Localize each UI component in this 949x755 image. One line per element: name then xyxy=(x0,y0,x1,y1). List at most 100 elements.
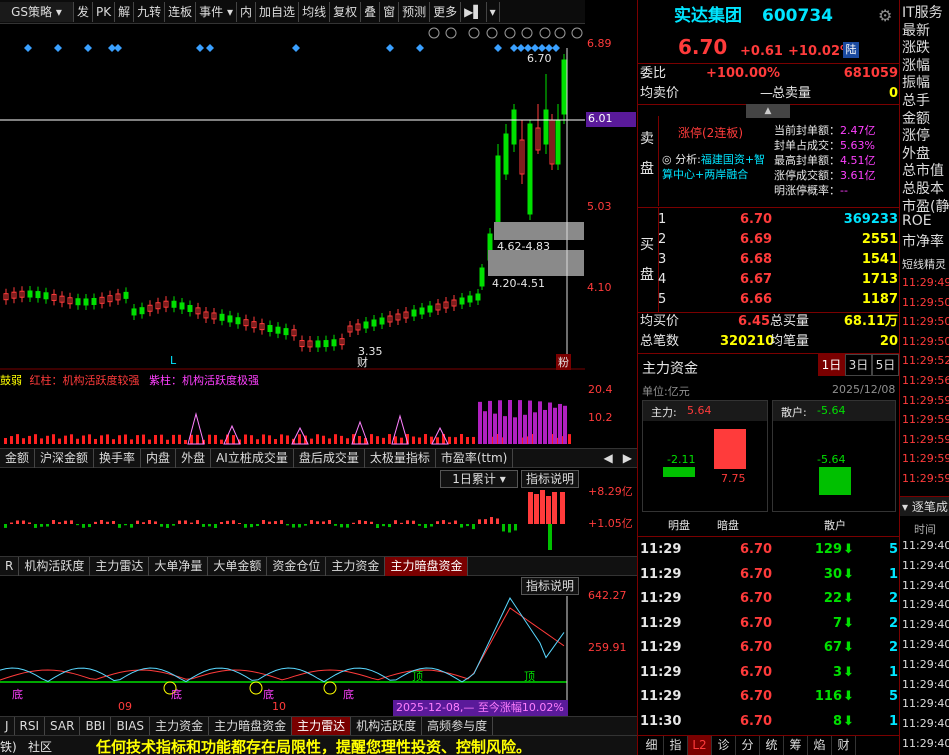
tab-bbi[interactable]: BBI xyxy=(80,716,112,736)
bid-level-row[interactable]: 3 6.68 1541 xyxy=(638,250,900,270)
activity-bar xyxy=(112,439,115,444)
bottom-item-community[interactable]: 社区 xyxy=(28,738,52,755)
tab-amount[interactable]: 金额 xyxy=(0,448,36,468)
quote-tab[interactable]: 筹 xyxy=(784,736,808,755)
fund-bar xyxy=(4,524,7,528)
activity-bar xyxy=(118,435,121,444)
toolbar-item-forecast[interactable]: 预测 xyxy=(399,1,431,22)
quote-tab[interactable]: 分 xyxy=(736,736,760,755)
quote-tab[interactable]: 财 xyxy=(832,736,856,755)
tab-bias[interactable]: BIAS xyxy=(111,716,151,736)
toolbar-item-adjust[interactable]: 复权 xyxy=(330,1,362,22)
tab-main-dark-fund[interactable]: 主力暗盘资金 xyxy=(385,556,469,576)
tab-inst-activity-2[interactable]: 机构活跃度 xyxy=(351,716,423,736)
elf-time[interactable]: 11:29:59 xyxy=(902,413,949,426)
candlestick-chart[interactable] xyxy=(0,24,585,370)
toolbar-item-jie[interactable]: 解 xyxy=(115,1,135,22)
quote-tab[interactable]: L2 xyxy=(688,736,712,755)
signal-diamond xyxy=(54,44,62,52)
activity-bar xyxy=(46,435,49,444)
fund-tab-3d[interactable]: 3日 xyxy=(845,354,872,376)
fund-bar-negative xyxy=(548,524,552,550)
tab-scroll-left-icon[interactable]: ◀ xyxy=(599,449,618,468)
toolbar-item-lianban[interactable]: 连板 xyxy=(165,1,197,22)
marker-finance[interactable]: 财 xyxy=(357,354,368,370)
toolbar-nav-icon[interactable]: ▶▌ xyxy=(461,1,487,22)
indicator3-explain-button[interactable]: 指标说明 xyxy=(521,577,579,595)
elf-time[interactable]: 11:29:50 xyxy=(902,296,949,309)
bid-level-row[interactable]: 2 6.69 2551 xyxy=(638,230,900,250)
elf-time[interactable]: 11:29:56 xyxy=(902,374,949,387)
elf-time[interactable]: 11:29:59 xyxy=(902,433,949,446)
tab-main-radar-2[interactable]: 主力雷达 xyxy=(292,716,352,736)
elf-time[interactable]: 11:29:59 xyxy=(902,394,949,407)
tab-after-hours-volume[interactable]: 盘后成交量 xyxy=(294,448,365,468)
tab-main-fund[interactable]: 主力资金 xyxy=(326,556,386,576)
tab-rsi[interactable]: RSI xyxy=(15,716,46,736)
indicator2-explain-button[interactable]: 指标说明 xyxy=(521,470,579,488)
elf-time[interactable]: 11:29:52 xyxy=(902,354,949,367)
activity-bar xyxy=(358,436,361,444)
tab-turnover[interactable]: 换手率 xyxy=(94,448,142,468)
toolbar-dropdown-icon[interactable]: ▾ xyxy=(487,1,500,22)
activity-bar xyxy=(214,434,217,444)
tab-fund-position[interactable]: 资金仓位 xyxy=(267,556,327,576)
quote-tab[interactable]: 焰 xyxy=(808,736,832,755)
quote-tab[interactable]: 细 xyxy=(640,736,664,755)
tab-main-fund-2[interactable]: 主力资金 xyxy=(150,716,210,736)
bid-level-row[interactable]: 5 6.66 1187 xyxy=(638,290,900,310)
activity-bar xyxy=(208,434,211,444)
fund-bar xyxy=(358,520,361,524)
bottom-item-1[interactable]: 铁) xyxy=(0,738,17,755)
tab-big-order-amount[interactable]: 大单金额 xyxy=(208,556,268,576)
tab-main-dark-fund-2[interactable]: 主力暗盘资金 xyxy=(209,716,293,736)
tab-j[interactable]: J xyxy=(0,716,15,736)
fund-tab-1d[interactable]: 1日 xyxy=(818,354,845,376)
quote-tab[interactable]: 统 xyxy=(760,736,784,755)
toolbar-item-jiuzhuan[interactable]: 九转 xyxy=(134,1,166,22)
toolbar-item-fa[interactable]: 发 xyxy=(74,1,94,22)
indicator-tabbar-3: J RSI SAR BBI BIAS 主力资金 主力暗盘资金 主力雷达 机构活跃… xyxy=(0,716,637,736)
tab-taiji[interactable]: 太极量指标 xyxy=(365,448,436,468)
tab-inner[interactable]: 内盘 xyxy=(141,448,177,468)
elf-time[interactable]: 11:29:59 xyxy=(902,452,949,465)
elf-time[interactable]: 11:29:49 xyxy=(902,276,949,289)
tab-scroll-right-icon[interactable]: ▶ xyxy=(618,449,637,468)
tab-main-radar[interactable]: 主力雷达 xyxy=(90,556,150,576)
toolbar-item-more[interactable]: 更多 xyxy=(430,1,462,22)
strategy-combo[interactable]: GS策略 ▾ xyxy=(0,1,74,22)
tab-inst-activity[interactable]: 机构活跃度 xyxy=(19,556,91,576)
activity-bar xyxy=(310,438,313,444)
fund-bar xyxy=(70,520,73,524)
toolbar-item-events[interactable]: 事件 ▾ xyxy=(196,1,238,22)
tab-ai-volume[interactable]: AI立桩成交量 xyxy=(211,448,294,468)
toolbar-item-add-watchlist[interactable]: 加自选 xyxy=(256,1,300,22)
tab-pe-ttm[interactable]: 市盈率(ttm) xyxy=(436,448,514,468)
tab-outer[interactable]: 外盘 xyxy=(176,448,212,468)
fund-tab-5d[interactable]: 5日 xyxy=(872,354,899,376)
quote-tab[interactable]: 指 xyxy=(664,736,688,755)
elf-time[interactable]: 11:29:50 xyxy=(902,315,949,328)
elf-time[interactable]: 11:29:59 xyxy=(902,472,949,485)
tab-hf-participation[interactable]: 高频参与度 xyxy=(422,716,494,736)
chart-tool-icons[interactable] xyxy=(428,27,583,39)
settings-gear-icon[interactable]: ⚙ xyxy=(878,6,892,26)
tab-r[interactable]: R xyxy=(0,556,20,576)
activity-bar xyxy=(466,436,469,444)
toolbar-item-window[interactable]: 窗 xyxy=(380,1,400,22)
toolbar-item-nei[interactable]: 内 xyxy=(237,1,257,22)
collapse-chevron-icon[interactable]: ▲ xyxy=(746,104,790,118)
quote-tab[interactable]: 诊 xyxy=(712,736,736,755)
bid-level-row[interactable]: 1 6.70 369233 xyxy=(638,210,900,230)
bid-level-row[interactable]: 4 6.67 1713 xyxy=(638,270,900,290)
elf-time[interactable]: 11:29:50 xyxy=(902,335,949,348)
tab-hs-amount[interactable]: 沪深金额 xyxy=(35,448,95,468)
toolbar-item-pk[interactable]: PK xyxy=(93,1,116,22)
trade-detail-header[interactable]: ▾ 逐笔成 xyxy=(900,496,949,516)
tab-big-order-net[interactable]: 大单净量 xyxy=(149,556,209,576)
toolbar-item-ma[interactable]: 均线 xyxy=(299,1,331,22)
tab-sar[interactable]: SAR xyxy=(45,716,81,736)
fund-bar xyxy=(418,524,421,526)
cumulative-combo[interactable]: 1日累计 ▾ xyxy=(440,470,518,488)
toolbar-item-overlay[interactable]: 叠 xyxy=(361,1,381,22)
